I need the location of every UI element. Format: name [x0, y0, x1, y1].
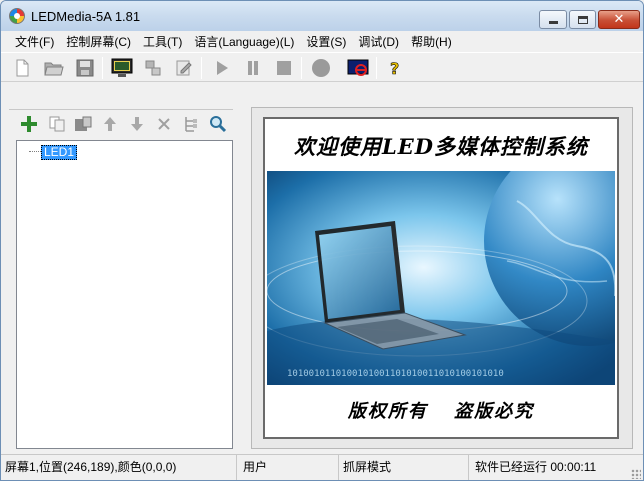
- maximize-icon: [577, 15, 588, 24]
- new-file-button[interactable]: [11, 57, 33, 79]
- network-button[interactable]: [142, 57, 164, 79]
- app-logo-icon: [9, 8, 25, 24]
- move-down-icon: [131, 117, 143, 131]
- resize-grip[interactable]: [631, 469, 641, 479]
- menu-settings[interactable]: 设置(S): [300, 31, 352, 51]
- play-button[interactable]: [211, 57, 233, 79]
- maximize-button[interactable]: [569, 10, 596, 29]
- menu-language[interactable]: 语言(Language)(L): [188, 31, 300, 51]
- app-window: LEDMedia-5A 1.81 ✕ 文件(F) 控制屏幕(C) 工具(T) 语…: [0, 0, 644, 481]
- window-title: LEDMedia-5A 1.81: [31, 9, 141, 24]
- menu-control-screen[interactable]: 控制屏幕(C): [60, 31, 137, 51]
- tree-toolbar: [9, 109, 233, 137]
- tree-button[interactable]: [181, 114, 201, 134]
- monitor-button[interactable]: [111, 57, 133, 79]
- toolbar-separator: [301, 57, 302, 79]
- move-up-button[interactable]: [100, 114, 120, 134]
- add-button[interactable]: [19, 114, 39, 134]
- welcome-headline: 欢迎使用LED多媒体控制系统: [294, 134, 588, 159]
- move-up-icon: [104, 117, 116, 131]
- paste-icon: [75, 116, 92, 131]
- menu-help[interactable]: 帮助(H): [405, 31, 458, 51]
- menu-file[interactable]: 文件(F): [9, 31, 60, 51]
- play-icon: [217, 61, 228, 75]
- record-icon: [312, 59, 330, 77]
- help-icon: ?: [390, 59, 400, 77]
- menu-bar: 文件(F) 控制屏幕(C) 工具(T) 语言(Language)(L) 设置(S…: [1, 31, 643, 51]
- svg-text:?: ?: [390, 59, 399, 77]
- copy-icon: [49, 116, 65, 132]
- toolbar-separator: [102, 57, 103, 79]
- network-icon: [145, 60, 161, 76]
- search-button[interactable]: [208, 114, 228, 134]
- monitor-icon: [111, 58, 133, 77]
- tree-connector: [29, 151, 41, 152]
- paste-button[interactable]: [73, 114, 93, 134]
- save-icon: [76, 59, 94, 77]
- open-button[interactable]: [43, 57, 65, 79]
- status-runtime: 软件已经运行 00:00:11: [475, 460, 597, 474]
- status-mode: 抓屏模式: [339, 455, 469, 480]
- minimize-button[interactable]: [539, 10, 567, 29]
- laptop-globe-artwork: 1010010110100101001101010011010100101010: [267, 171, 615, 385]
- add-icon: [21, 116, 37, 132]
- stop-button[interactable]: [273, 57, 295, 79]
- splash-image: 1010010110100101001101010011010100101010: [267, 171, 615, 385]
- tree-item-led1[interactable]: LED1: [41, 145, 78, 160]
- help-button[interactable]: ?: [383, 57, 405, 79]
- menu-tools[interactable]: 工具(T): [137, 31, 188, 51]
- status-screen-info: 屏幕1,位置(246,189),颜色(0,0,0): [1, 455, 237, 480]
- toolbar-separator: [201, 57, 202, 79]
- minimize-icon: [548, 21, 558, 24]
- search-icon: [210, 116, 227, 133]
- save-button[interactable]: [74, 57, 96, 79]
- open-folder-icon: [44, 62, 64, 76]
- delete-button[interactable]: [154, 114, 174, 134]
- edit-icon: [176, 60, 192, 76]
- close-button[interactable]: ✕: [598, 10, 640, 29]
- screen-off-button[interactable]: [347, 57, 369, 79]
- stop-icon: [277, 61, 291, 75]
- copy-button[interactable]: [47, 114, 67, 134]
- status-user: 用户: [239, 455, 339, 480]
- pause-icon: [248, 61, 258, 75]
- menu-debug[interactable]: 调试(D): [352, 31, 405, 51]
- main-toolbar: ?: [1, 52, 643, 82]
- preview-screen: 欢迎使用LED多媒体控制系统 1010010110100101001101010…: [263, 117, 619, 439]
- binary-stream: 1010010110100101001101010011010100101010: [287, 369, 504, 379]
- status-bar: 屏幕1,位置(246,189),颜色(0,0,0) 用户 抓屏模式 软件已经运行…: [1, 454, 643, 480]
- record-button[interactable]: [310, 57, 332, 79]
- copyright-notice: 版权所有 盗版必究: [347, 401, 535, 422]
- pause-button[interactable]: [242, 57, 264, 79]
- close-icon: ✕: [613, 12, 625, 27]
- new-file-icon: [16, 59, 29, 77]
- screen-tree[interactable]: LED1: [16, 140, 233, 449]
- title-bar[interactable]: LEDMedia-5A 1.81 ✕: [1, 1, 643, 31]
- edit-button[interactable]: [173, 57, 195, 79]
- screen-off-icon: [347, 59, 369, 76]
- tree-icon: [185, 117, 197, 132]
- move-down-button[interactable]: [127, 114, 147, 134]
- toolbar-separator: [376, 57, 377, 79]
- delete-icon: [158, 118, 170, 130]
